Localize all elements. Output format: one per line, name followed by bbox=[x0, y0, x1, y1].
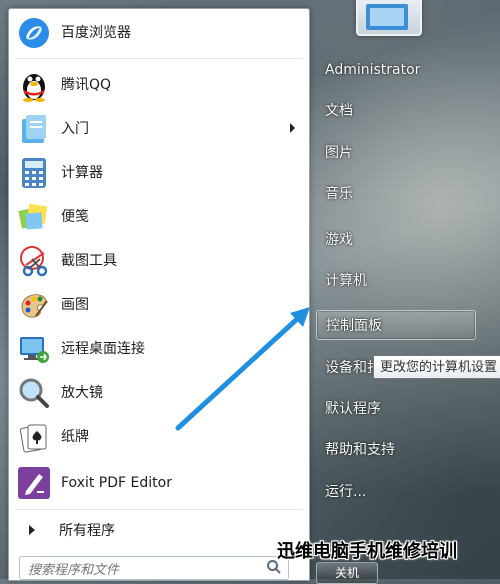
link-documents[interactable]: 文档 bbox=[325, 99, 353, 123]
getting-started-icon bbox=[17, 112, 51, 146]
magnifier-icon bbox=[17, 376, 51, 410]
submenu-arrow-icon bbox=[290, 123, 295, 133]
link-games[interactable]: 游戏 bbox=[325, 228, 353, 252]
qq-penguin-icon bbox=[17, 68, 51, 102]
watermark-text: 迅维电脑手机维修培训 bbox=[277, 541, 457, 562]
program-label: 计算器 bbox=[61, 165, 103, 181]
link-run[interactable]: 运行... bbox=[325, 480, 366, 504]
program-qq[interactable]: 腾讯QQ bbox=[9, 63, 309, 107]
program-paint[interactable]: 画图 bbox=[9, 283, 309, 327]
program-label: 纸牌 bbox=[61, 429, 89, 445]
program-getting-started[interactable]: 入门 bbox=[9, 107, 309, 151]
search-input[interactable] bbox=[26, 560, 260, 580]
program-remote-desktop[interactable]: 远程桌面连接 bbox=[9, 327, 309, 371]
solitaire-cards-icon bbox=[17, 420, 51, 454]
calculator-icon bbox=[17, 156, 51, 190]
link-pictures[interactable]: 图片 bbox=[325, 141, 353, 165]
program-label: 截图工具 bbox=[61, 253, 117, 269]
program-calculator[interactable]: 计算器 bbox=[9, 151, 309, 195]
link-computer[interactable]: 计算机 bbox=[325, 269, 367, 293]
program-baidu-browser[interactable]: 百度浏览器 bbox=[9, 11, 309, 55]
link-administrator[interactable]: Administrator bbox=[325, 58, 420, 82]
user-picture[interactable] bbox=[356, 0, 422, 36]
program-label: 入门 bbox=[61, 121, 89, 137]
program-foxit-pdf-editor[interactable]: Foxit PDF Editor bbox=[9, 461, 309, 505]
programs-pane: 百度浏览器 腾讯QQ 入门 计算器 便笺 截图工具 画图 远程桌面连接 放大镜 … bbox=[8, 8, 310, 581]
baidu-browser-icon bbox=[17, 16, 51, 50]
link-help-support[interactable]: 帮助和支持 bbox=[325, 438, 395, 462]
sticky-notes-icon bbox=[17, 200, 51, 234]
program-magnifier[interactable]: 放大镜 bbox=[9, 371, 309, 415]
link-control-panel[interactable]: 控制面板 bbox=[316, 310, 476, 340]
expand-arrow-icon bbox=[29, 525, 35, 535]
program-label: 远程桌面连接 bbox=[61, 341, 145, 357]
program-label: 腾讯QQ bbox=[61, 77, 112, 93]
program-label: 百度浏览器 bbox=[61, 25, 131, 41]
program-label: Foxit PDF Editor bbox=[61, 475, 172, 491]
snipping-tool-icon bbox=[17, 244, 51, 278]
divider bbox=[15, 58, 303, 59]
all-programs-label: 所有程序 bbox=[59, 523, 115, 539]
control-panel-tooltip: 更改您的计算机设置 bbox=[373, 355, 500, 379]
program-snipping-tool[interactable]: 截图工具 bbox=[9, 239, 309, 283]
program-label: 画图 bbox=[61, 297, 89, 313]
link-music[interactable]: 音乐 bbox=[325, 182, 353, 206]
all-programs-button[interactable]: 所有程序 bbox=[9, 511, 309, 551]
foxit-pdf-icon bbox=[17, 466, 51, 500]
link-default-programs[interactable]: 默认程序 bbox=[325, 397, 381, 421]
search-box[interactable] bbox=[19, 556, 289, 580]
program-label: 放大镜 bbox=[61, 385, 103, 401]
program-solitaire[interactable]: 纸牌 bbox=[9, 415, 309, 459]
paint-palette-icon bbox=[17, 288, 51, 322]
divider bbox=[15, 509, 303, 510]
program-sticky-notes[interactable]: 便笺 bbox=[9, 195, 309, 239]
remote-desktop-icon bbox=[17, 332, 51, 366]
shutdown-button[interactable]: 关机 bbox=[316, 562, 378, 584]
program-label: 便笺 bbox=[61, 209, 89, 225]
